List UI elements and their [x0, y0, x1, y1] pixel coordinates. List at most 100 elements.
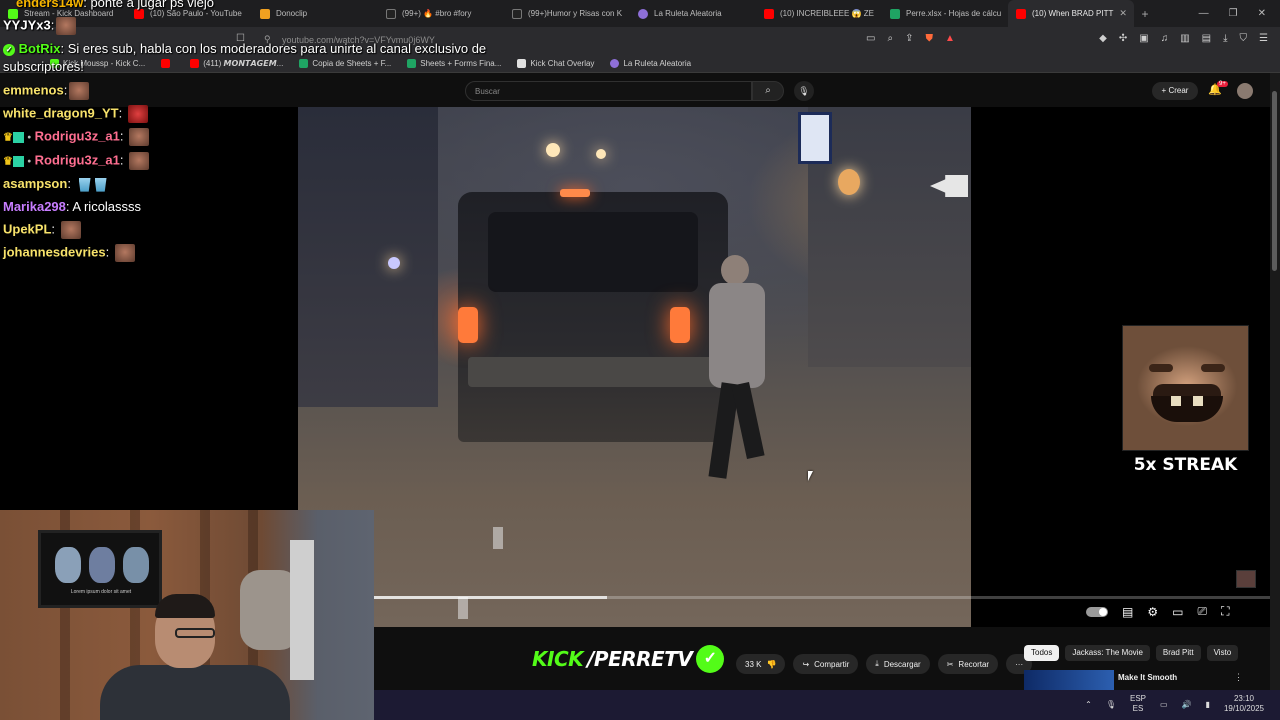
microphone-icon[interactable]: 🎙	[794, 81, 814, 101]
scissors-icon: ✂	[946, 659, 954, 669]
dislike-icon[interactable]: 👎	[766, 660, 776, 669]
new-tab-button[interactable]: +	[1134, 7, 1156, 21]
screenshot-icon[interactable]: ▣	[1139, 33, 1148, 44]
chat-username: YYJYx3	[3, 17, 51, 33]
browser-tab[interactable]: La Ruleta Aleatoria	[630, 0, 756, 27]
chat-message: ♛ • Rodrigu3z_a1:	[3, 152, 150, 170]
meme-tooth	[1171, 396, 1181, 406]
video-actions: 33 K 👎 ↪ Compartir ⤓ Descargar ✂ Recortar ··…	[736, 654, 1033, 674]
menu-icon[interactable]: ☰	[1259, 33, 1268, 44]
cast-icon[interactable]: ▭	[866, 33, 875, 44]
video-progress-bar[interactable]	[374, 596, 1270, 599]
chat-separator: :	[119, 128, 128, 144]
emote-icon	[69, 82, 90, 100]
theater-mode-icon[interactable]: ▭	[1172, 605, 1183, 619]
shield-icon[interactable]: ⛊	[925, 33, 933, 44]
system-tray: ⌃ 🎙 ESP ES ▭ 🔊 ▮ 23:10 19/10/2025	[1085, 694, 1264, 714]
page-scrollbar[interactable]	[1270, 73, 1280, 690]
separator-dot-icon: •	[27, 132, 32, 144]
recommended-video[interactable]: Make It Smooth ⋮	[1024, 670, 1254, 690]
battery-icon[interactable]: ▮	[1206, 700, 1210, 709]
video-running-man	[703, 255, 775, 485]
close-tab-icon[interactable]: ✕	[1119, 8, 1127, 19]
cast-icon[interactable]: ⎚	[1197, 604, 1207, 619]
avatar[interactable]	[1237, 83, 1253, 99]
clip-button[interactable]: ✂ Recortar	[937, 654, 999, 674]
zoom-icon[interactable]: ⌕	[887, 33, 893, 44]
close-window-button[interactable]: ✕	[1258, 8, 1266, 19]
bookmark[interactable]: La Ruleta Aleatoria	[610, 58, 691, 68]
display-icon[interactable]: ▭	[1160, 700, 1168, 709]
video-bumper	[468, 357, 718, 387]
chat-separator: :	[119, 152, 128, 168]
fullscreen-icon[interactable]: ⛶	[1221, 604, 1229, 619]
diamond-icon[interactable]: ◆	[1099, 33, 1107, 44]
share-icon: ↪	[802, 659, 810, 669]
wall-tv: Lorem ipsum dolor sit amet	[38, 530, 162, 608]
subtitles-icon[interactable]: ▤	[1122, 605, 1133, 619]
crown-badge-icon: ♛	[3, 131, 13, 144]
streak-label: 5x STREAK	[1133, 455, 1238, 475]
microphone-icon[interactable]: 🎙	[1106, 700, 1116, 709]
more-options-icon[interactable]: ⋮	[1234, 672, 1243, 683]
clock[interactable]: 23:10 19/10/2025	[1224, 694, 1264, 714]
download-label: Descargar	[883, 659, 921, 669]
chat-text: Si eres sub, habla con los moderadores p…	[67, 41, 487, 56]
sidebar-icon[interactable]: ▥	[1180, 33, 1189, 44]
language-indicator[interactable]: ESP ES	[1130, 694, 1146, 714]
extension-alert-icon[interactable]: ▲	[945, 33, 955, 44]
search-icon[interactable]: ⌕	[752, 81, 784, 101]
kick-channel-banner: KICK/PERRETV ✓	[532, 645, 725, 673]
emote-icon	[129, 128, 150, 146]
recommended-title[interactable]: Make It Smooth	[1118, 673, 1177, 682]
chat-username: Rodrigu3z_a1	[34, 128, 120, 144]
create-button[interactable]: + Crear	[1152, 82, 1198, 100]
shelf	[290, 540, 314, 680]
browser-tab[interactable]: Perre.xlsx - Hojas de cálcu	[882, 0, 1008, 27]
screen: Stream - Kick Dashboard (10) São Paulo -…	[0, 0, 1280, 720]
puzzle-icon[interactable]: ✣	[1119, 33, 1127, 44]
browser-tab[interactable]: (10) INCREIBLEEE 😱 ZE	[756, 0, 882, 27]
autoplay-toggle[interactable]	[1086, 606, 1108, 617]
vpn-icon[interactable]: ⛉	[1240, 33, 1248, 44]
tv-face	[55, 547, 81, 583]
volume-icon[interactable]: 🔊	[1182, 700, 1192, 709]
share-button[interactable]: ↪ Compartir	[793, 654, 859, 674]
address-actions: ▭ ⌕ ⇪ ⛊ ▲	[866, 33, 955, 44]
tv-caption: Lorem ipsum dolor sit amet	[70, 589, 132, 595]
chip-brad-pitt[interactable]: Brad Pitt	[1155, 645, 1201, 661]
download-button[interactable]: ⤓ Descargar	[866, 654, 930, 674]
recommended-thumbnail[interactable]	[1024, 670, 1114, 690]
browser-tab-active[interactable]: (10) When BRAD PITT ✕	[1008, 0, 1134, 27]
chat-separator: :	[50, 17, 55, 33]
streamer-shirt	[100, 665, 290, 720]
music-icon[interactable]: ♫	[1161, 33, 1169, 44]
chip-visto[interactable]: Visto	[1206, 645, 1239, 661]
share-icon[interactable]: ⇪	[905, 33, 913, 44]
video-tail-light-right	[670, 307, 690, 343]
tab-favicon-icon	[890, 8, 900, 19]
chat-message: YYJYx3:	[3, 17, 77, 35]
chip-jackass[interactable]: Jackass: The Movie	[1065, 645, 1150, 661]
sub-badge-icon	[12, 131, 24, 143]
scrollbar-thumb[interactable]	[1272, 91, 1277, 271]
chat-username: asampson	[3, 176, 68, 191]
video-street-sign	[798, 112, 832, 164]
maximize-button[interactable]: ❐	[1229, 8, 1238, 19]
chat-message: UpekPL:	[3, 221, 81, 239]
tray-chevron-icon[interactable]: ⌃	[1085, 700, 1092, 709]
chip-todos[interactable]: Todos	[1024, 645, 1060, 661]
wallet-icon[interactable]: ▤	[1202, 33, 1211, 44]
like-button[interactable]: 33 K 👎	[736, 654, 786, 674]
minimize-button[interactable]: —	[1199, 8, 1209, 19]
settings-gear-icon[interactable]: ⚙	[1147, 605, 1158, 619]
chat-username: UpekPL	[3, 221, 52, 237]
video-progress-fill	[374, 596, 607, 599]
cup-emote-icon	[78, 177, 91, 192]
clock-date: 19/10/2025	[1223, 704, 1264, 713]
channel-watermark[interactable]	[1236, 570, 1256, 588]
crown-badge-icon: ♛	[3, 155, 13, 168]
runner-head	[721, 255, 749, 285]
video-brake-light	[560, 189, 590, 197]
download-icon[interactable]: ⤓	[1223, 33, 1227, 44]
